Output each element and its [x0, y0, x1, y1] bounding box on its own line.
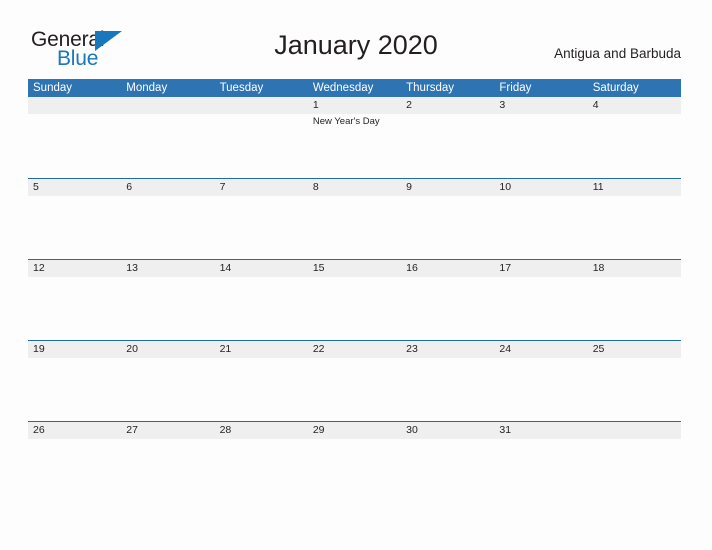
day-number: 31 [499, 424, 512, 436]
day-number: 19 [33, 343, 45, 355]
day-cell[interactable]: 30 [401, 421, 494, 502]
day-number: 16 [406, 262, 418, 274]
day-event-label: New Year's Day [312, 116, 380, 127]
day-number: 7 [219, 181, 226, 193]
day-number: 3 [499, 99, 506, 111]
day-cell[interactable]: 3 [494, 97, 587, 178]
day-cell[interactable]: 2 [401, 97, 494, 178]
day-number: 29 [312, 424, 325, 436]
day-number: 13 [126, 262, 138, 274]
day-cell[interactable]: 12 [28, 259, 121, 340]
day-cell[interactable]: 28 [215, 421, 308, 502]
week-cells: 19 20 21 22 23 24 25 [28, 340, 681, 421]
day-cell[interactable]: 19 [28, 340, 121, 421]
day-number: 25 [592, 343, 605, 355]
day-number: 27 [126, 424, 138, 436]
day-cell[interactable]: 10 [494, 178, 587, 259]
day-cell[interactable]: 22 [308, 340, 401, 421]
day-cell[interactable]: 14 [215, 259, 308, 340]
day-number: 15 [312, 262, 325, 274]
day-number: 8 [312, 181, 319, 193]
day-number: 28 [219, 424, 232, 436]
weekday-header-saturday: Saturday [592, 82, 639, 94]
calendar-week-row: 12 13 14 15 16 17 18 [28, 259, 681, 340]
day-cell[interactable]: 25 [588, 340, 681, 421]
day-cell[interactable]: 8 [308, 178, 401, 259]
day-number: 24 [499, 343, 512, 355]
day-number: 10 [499, 181, 512, 193]
day-cell[interactable]: 15 [308, 259, 401, 340]
day-cell[interactable]: 16 [401, 259, 494, 340]
day-cell[interactable]: 5 [28, 178, 121, 259]
day-number: 20 [126, 343, 138, 355]
day-number: 6 [126, 181, 133, 193]
day-cell[interactable]: 18 [588, 259, 681, 340]
day-number: 18 [592, 262, 605, 274]
calendar-grid: Sunday Monday Tuesday Wednesday Thursday… [28, 79, 681, 502]
page-header: General Blue January 2020 Antigua and Ba… [0, 0, 712, 76]
day-cell[interactable]: 9 [401, 178, 494, 259]
country-label: Antigua and Barbuda [554, 46, 681, 61]
day-number: 17 [499, 262, 512, 274]
day-cell[interactable]: 27 [121, 421, 214, 502]
day-number: 26 [33, 424, 45, 436]
day-number: 5 [33, 181, 39, 193]
day-cell[interactable]: 31 [494, 421, 587, 502]
weekday-header-monday: Monday [126, 82, 168, 94]
day-cell[interactable]: 20 [121, 340, 214, 421]
day-cell[interactable]: 7 [215, 178, 308, 259]
week-cells: 1 New Year's Day 2 3 4 [28, 97, 681, 178]
weekday-header-tuesday: Tuesday [219, 82, 264, 94]
day-number: 22 [312, 343, 325, 355]
weekday-header-thursday: Thursday [406, 82, 455, 94]
day-number: 4 [592, 99, 599, 111]
day-cell[interactable]: 13 [121, 259, 214, 340]
day-number: 11 [592, 181, 604, 193]
calendar-weeks: 1 New Year's Day 2 3 4 5 6 7 8 9 10 11 12 13 14 15 16 17 1… [28, 97, 681, 502]
day-number: 23 [406, 343, 418, 355]
day-number: 1 [312, 99, 319, 111]
day-cell[interactable]: 11 [588, 178, 681, 259]
day-cell[interactable]: 1 New Year's Day [308, 97, 401, 178]
week-cells: 5 6 7 8 9 10 11 [28, 178, 681, 259]
day-cell[interactable]: 4 [588, 97, 681, 178]
calendar-week-row: 26 27 28 29 30 31 [28, 421, 681, 502]
day-cell-empty [121, 97, 214, 178]
day-cell[interactable]: 26 [28, 421, 121, 502]
week-cells: 26 27 28 29 30 31 [28, 421, 681, 502]
weekday-header-row: Sunday Monday Tuesday Wednesday Thursday… [28, 79, 681, 97]
day-cell[interactable]: 17 [494, 259, 587, 340]
day-number: 14 [219, 262, 232, 274]
day-cell[interactable]: 24 [494, 340, 587, 421]
day-cell[interactable]: 23 [401, 340, 494, 421]
day-number: 30 [406, 424, 418, 436]
calendar-week-row: 5 6 7 8 9 10 11 [28, 178, 681, 259]
day-cell[interactable]: 21 [215, 340, 308, 421]
day-number: 21 [219, 343, 232, 355]
calendar-week-row: 1 New Year's Day 2 3 4 [28, 97, 681, 178]
day-number: 2 [406, 99, 412, 111]
day-number: 12 [33, 262, 45, 274]
weekday-header-sunday: Sunday [33, 82, 73, 94]
weekday-header-friday: Friday [499, 82, 532, 94]
day-cell-empty [28, 97, 121, 178]
day-cell[interactable]: 29 [308, 421, 401, 502]
week-cells: 12 13 14 15 16 17 18 [28, 259, 681, 340]
calendar-week-row: 19 20 21 22 23 24 25 [28, 340, 681, 421]
day-cell-empty [215, 97, 308, 178]
weekday-header-wednesday: Wednesday [312, 82, 374, 94]
day-number: 9 [406, 181, 412, 193]
day-cell[interactable]: 6 [121, 178, 214, 259]
day-cell-empty [588, 421, 681, 502]
